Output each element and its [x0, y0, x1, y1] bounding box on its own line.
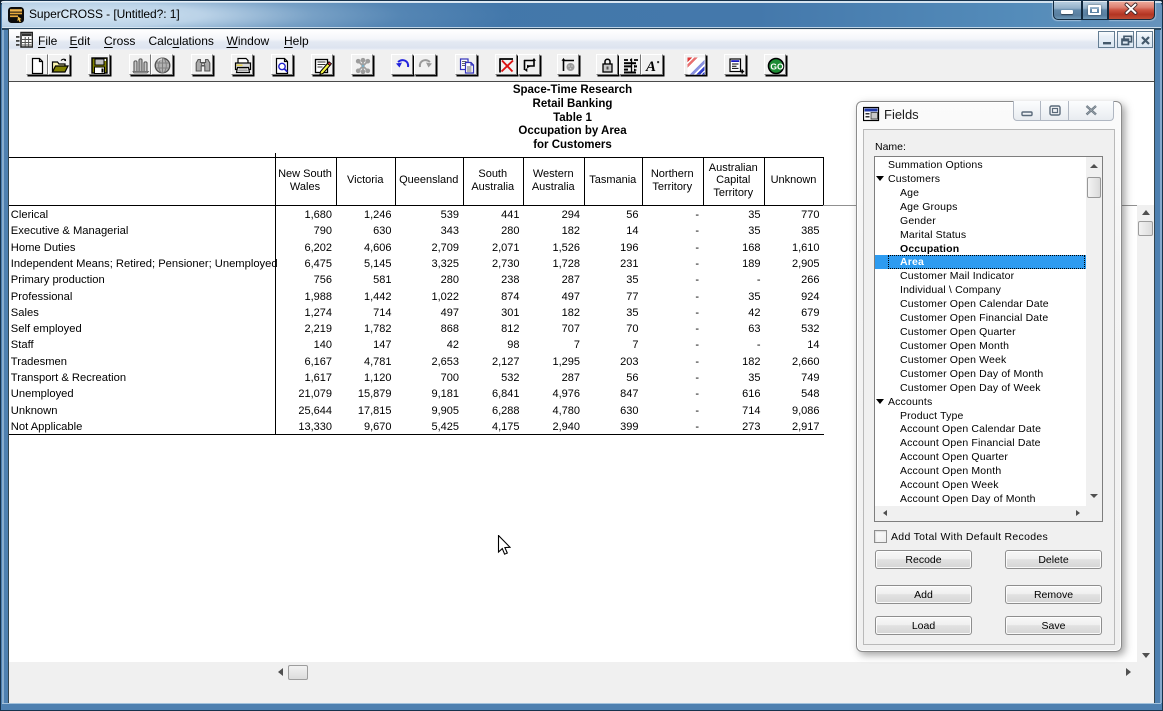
svg-text:A: A [645, 59, 656, 75]
svg-text:GO: GO [770, 61, 784, 71]
